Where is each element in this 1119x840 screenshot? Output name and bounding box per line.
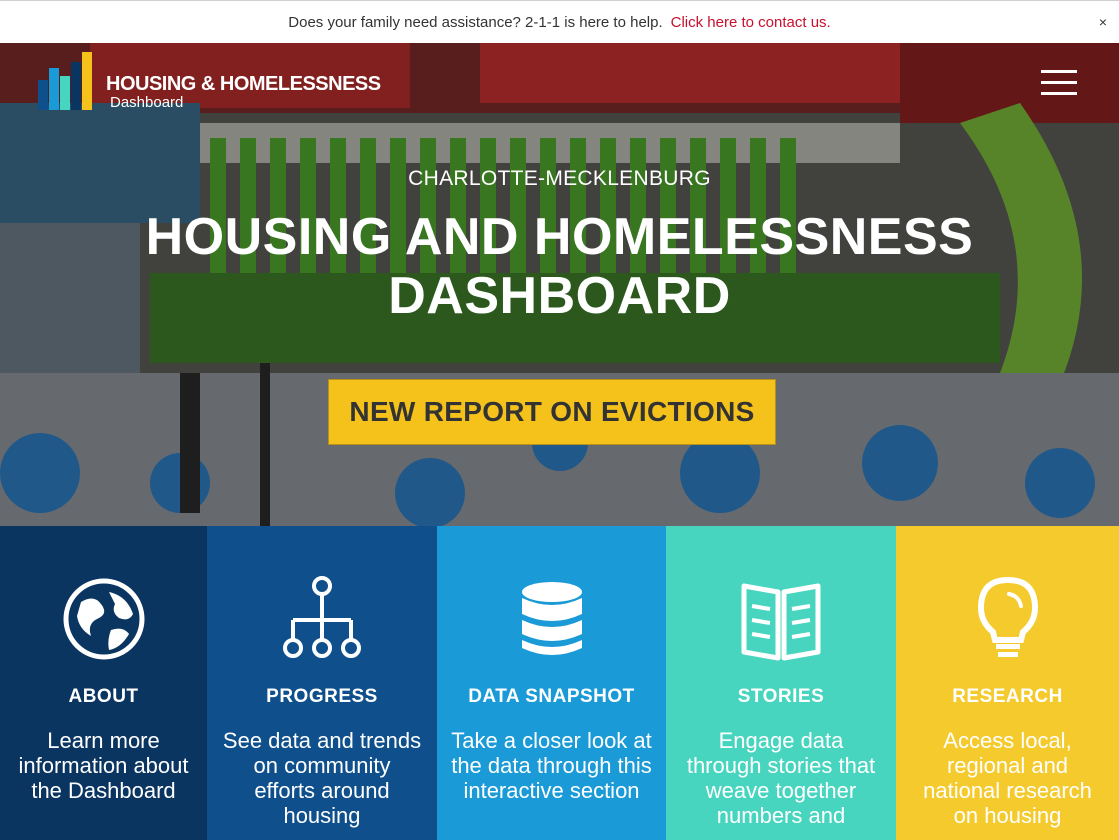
tile-description: See data and trends on community efforts… [222,728,422,828]
tile-title: PROGRESS [266,686,378,707]
tile-research[interactable]: RESEARCH Access local, regional and nati… [896,526,1119,840]
tile-description: Learn more information about the Dashboa… [18,728,189,803]
book-icon [741,583,821,661]
logo-subtitle: Dashboard [110,94,184,111]
database-icon [521,582,582,655]
tile-about[interactable]: ABOUT Learn more information about the D… [0,526,207,840]
hero-section: HOUSING & HOMELESSNESS Dashboard CHARLOT… [0,43,1119,526]
contact-link[interactable]: Click here to contact us. [671,14,831,31]
tile-description: Access local, regional and national rese… [923,728,1092,828]
evictions-report-button[interactable]: NEW REPORT ON EVICTIONS [328,379,776,445]
close-icon[interactable]: × [1099,14,1107,30]
alert-bar: Does your family need assistance? 2-1-1 … [0,0,1119,43]
tile-description: Take a closer look at the data through t… [451,728,652,803]
hero-title: HOUSING AND HOMELESSNESS DASHBOARD [0,208,1119,326]
hero-eyebrow: CHARLOTTE-MECKLENBURG [408,167,711,190]
hero-title-line1: HOUSING AND HOMELESSNESS [145,208,974,266]
lightbulb-icon [977,576,1038,657]
tile-title: DATA SNAPSHOT [468,686,635,707]
tile-title: STORIES [737,686,825,707]
tile-description: Engage data through stories that weave t… [686,728,876,828]
tile-stories[interactable]: STORIES Engage data through stories that… [666,526,896,840]
tile-title: ABOUT [68,686,139,707]
alert-message: Does your family need assistance? 2-1-1 … [288,13,663,31]
logo-title: HOUSING & HOMELESSNESS [106,73,381,95]
tile-data-snapshot[interactable]: DATA SNAPSHOT Take a closer look at the … [437,526,666,840]
globe-icon [63,578,144,660]
hamburger-menu-icon[interactable] [1041,70,1077,96]
bar-chart-logo-icon [38,52,92,110]
hero-title-line2: DASHBOARD [388,267,731,325]
hierarchy-icon [283,576,361,658]
feature-tiles: ABOUT Learn more information about the D… [0,526,1119,840]
site-logo[interactable]: HOUSING & HOMELESSNESS Dashboard [38,52,381,110]
tile-title: RESEARCH [952,686,1063,707]
tile-progress[interactable]: PROGRESS See data and trends on communit… [207,526,437,840]
